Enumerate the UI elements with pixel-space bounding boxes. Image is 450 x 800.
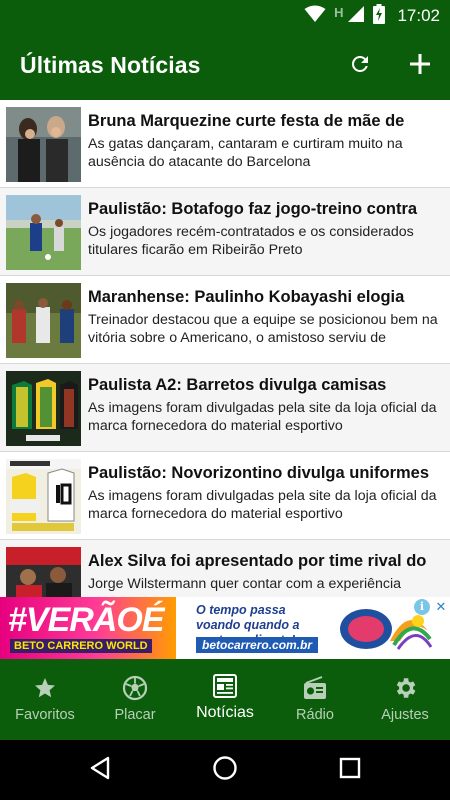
ad-url[interactable]: betocarrero.com.br — [196, 637, 319, 653]
bottom-navigation: Favoritos Placar Notícias Rádio Ajustes — [0, 659, 450, 740]
nav-label: Placar — [114, 707, 156, 723]
page-title: Últimas Notícias — [20, 52, 201, 78]
news-description: As imagens foram divulgadas pela site da… — [88, 400, 437, 434]
status-time: 17:02 — [397, 6, 440, 25]
add-button[interactable] — [404, 50, 436, 82]
battery-charging-icon — [373, 3, 386, 29]
news-item[interactable]: Bruna Marquezine curte festa de mãe de A… — [0, 100, 450, 188]
news-description: Jorge Wilstermann quer contar com a expe… — [88, 576, 402, 592]
home-circle-icon — [212, 755, 238, 786]
news-list[interactable]: Bruna Marquezine curte festa de mãe de A… — [0, 100, 450, 597]
ad-brand-text: #VERÃOÉ — [8, 601, 164, 639]
nav-label: Rádio — [296, 707, 334, 723]
cell-signal-icon — [347, 5, 365, 28]
nav-item-favoritos[interactable]: Favoritos — [0, 659, 90, 740]
recent-apps-button[interactable] — [334, 754, 366, 786]
ad-info-icon[interactable]: i — [414, 599, 430, 615]
news-thumbnail — [6, 547, 81, 597]
recent-apps-icon — [339, 757, 361, 784]
ad-banner[interactable]: #VERÃOÉ BETO CARRERO WORLD O tempo passa… — [0, 597, 450, 659]
ad-close-icon[interactable]: ✕ — [434, 599, 448, 615]
status-icons: H 17:02 — [304, 3, 440, 29]
radio-icon — [302, 675, 328, 701]
app-bar: Últimas Notícias — [0, 32, 450, 100]
newspaper-icon — [212, 673, 238, 699]
news-description: Os jogadores recém-contratados e os cons… — [88, 224, 414, 258]
news-item[interactable]: Paulista A2: Barretos divulga camisas As… — [0, 364, 450, 452]
star-icon — [32, 675, 58, 701]
nav-item-ajustes[interactable]: Ajustes — [360, 659, 450, 740]
nav-item-noticias[interactable]: Notícias — [180, 659, 270, 740]
news-description: As imagens foram divulgadas pela site da… — [88, 488, 437, 522]
plus-icon — [409, 53, 431, 80]
news-description: As gatas dançaram, cantaram e curtiram m… — [88, 136, 403, 170]
news-title: Maranhense: Paulinho Kobayashi elogia — [88, 288, 405, 306]
home-button[interactable] — [209, 754, 241, 786]
news-title: Alex Silva foi apresentado por time riva… — [88, 552, 427, 570]
news-thumbnail — [6, 107, 81, 182]
news-item[interactable]: Paulistão: Botafogo faz jogo-treino cont… — [0, 188, 450, 276]
ad-brand-subtitle: BETO CARRERO WORLD — [10, 639, 152, 653]
system-navigation-bar — [0, 740, 450, 800]
nav-label: Notícias — [196, 704, 254, 721]
news-description: Treinador destacou que a equipe se posic… — [88, 312, 438, 346]
nav-label: Ajustes — [381, 707, 429, 723]
news-title: Paulista A2: Barretos divulga camisas — [88, 376, 387, 394]
news-title: Paulistão: Novorizontino divulga uniform… — [88, 464, 430, 482]
news-item[interactable]: Maranhense: Paulinho Kobayashi elogia Tr… — [0, 276, 450, 364]
network-type-label: H — [334, 4, 344, 20]
nav-item-placar[interactable]: Placar — [90, 659, 180, 740]
news-thumbnail — [6, 283, 81, 358]
news-thumbnail — [6, 371, 81, 446]
news-title: Bruna Marquezine curte festa de mãe de — [88, 112, 405, 130]
back-triangle-icon — [89, 756, 111, 785]
wifi-icon — [304, 5, 326, 28]
news-thumbnail — [6, 195, 81, 270]
refresh-icon — [348, 52, 372, 81]
refresh-button[interactable] — [344, 50, 376, 82]
news-item[interactable]: Alex Silva foi apresentado por time riva… — [0, 540, 450, 597]
status-bar: H 17:02 — [0, 0, 450, 32]
news-thumbnail — [6, 459, 81, 534]
nav-label: Favoritos — [15, 707, 75, 723]
news-item[interactable]: Paulistão: Novorizontino divulga uniform… — [0, 452, 450, 540]
nav-item-radio[interactable]: Rádio — [270, 659, 360, 740]
back-button[interactable] — [84, 754, 116, 786]
soccer-ball-icon — [122, 675, 148, 701]
news-title: Paulistão: Botafogo faz jogo-treino cont… — [88, 200, 418, 218]
gear-icon — [392, 675, 418, 701]
ad-brand-panel: #VERÃOÉ BETO CARRERO WORLD — [0, 597, 176, 659]
